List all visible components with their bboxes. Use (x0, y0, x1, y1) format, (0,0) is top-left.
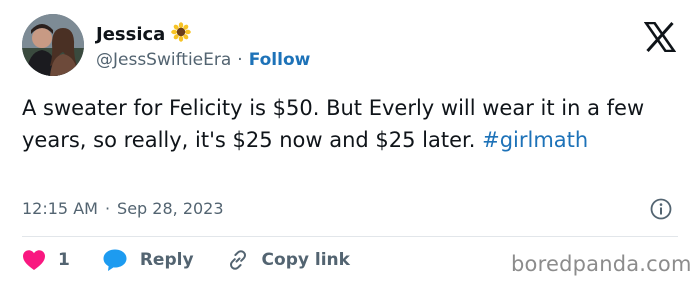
handle-separator: · (237, 50, 243, 70)
heart-icon (22, 249, 46, 271)
name-row: Jessica (96, 22, 192, 46)
avatar[interactable] (22, 14, 84, 76)
link-icon (226, 248, 250, 272)
reply-button[interactable]: Reply (102, 248, 194, 272)
tweet-text: A sweater for Felicity is $50. But Everl… (22, 92, 682, 156)
divider (22, 236, 678, 237)
like-count: 1 (58, 250, 70, 270)
like-button[interactable]: 1 (22, 249, 70, 271)
display-name[interactable]: Jessica (96, 24, 165, 45)
reply-label: Reply (139, 250, 194, 270)
x-logo-icon[interactable] (643, 21, 677, 53)
follow-button[interactable]: Follow (249, 50, 311, 70)
tweet-time: 12:15 AM (22, 199, 98, 218)
meta-separator: · (104, 199, 111, 218)
tweet-card: Jessica @JessSwiftieEra · Follow A sweat… (0, 0, 700, 288)
user-handle[interactable]: @JessSwiftieEra (96, 50, 231, 70)
reply-bubble-icon (102, 248, 128, 272)
hashtag-link[interactable]: #girlmath (482, 128, 588, 152)
handle-row: @JessSwiftieEra · Follow (96, 50, 310, 70)
info-icon[interactable] (650, 198, 672, 220)
tweet-date: Sep 28, 2023 (117, 199, 224, 218)
sunflower-icon (171, 22, 192, 46)
watermark: boredpanda.com (511, 252, 692, 276)
tweet-timestamp[interactable]: 12:15 AM · Sep 28, 2023 (22, 199, 224, 218)
action-bar: 1 Reply Copy link (22, 248, 350, 272)
copy-link-label: Copy link (261, 250, 350, 270)
copy-link-button[interactable]: Copy link (226, 248, 350, 272)
